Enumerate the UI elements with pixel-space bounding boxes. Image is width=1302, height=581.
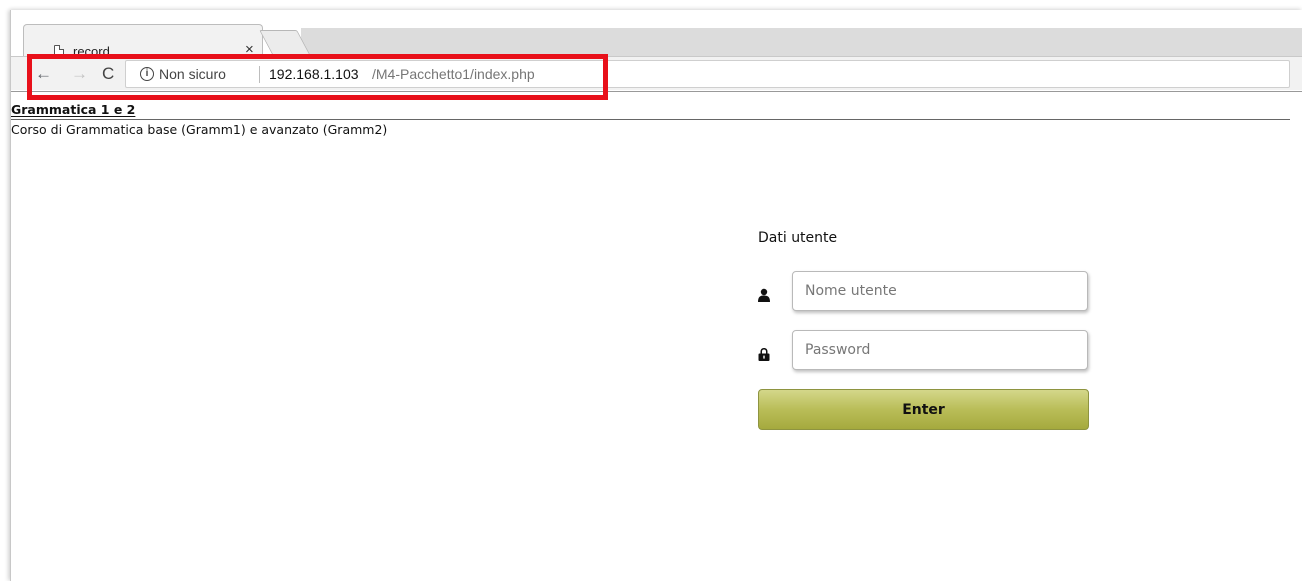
tab-strip: record ×: [11, 10, 1302, 59]
forward-arrow-icon[interactable]: →: [71, 65, 88, 82]
browser-toolbar: ← → C i Non sicuro 192.168.1.103 /M4-Pac…: [11, 56, 1302, 90]
url-host[interactable]: 192.168.1.103: [269, 66, 359, 82]
title-divider: [11, 119, 1290, 120]
address-separator: [259, 66, 260, 83]
page-subtitle: Corso di Grammatica base (Gramm1) e avan…: [11, 122, 388, 137]
back-arrow-icon[interactable]: ←: [35, 65, 52, 82]
tab-strip-background: [301, 28, 1302, 58]
info-icon[interactable]: i: [140, 67, 154, 81]
user-icon: [758, 288, 770, 302]
password-input[interactable]: [792, 330, 1088, 370]
username-input[interactable]: [792, 271, 1088, 311]
security-status[interactable]: Non sicuro: [159, 66, 226, 82]
url-path[interactable]: /M4-Pacchetto1/index.php: [372, 66, 535, 82]
lock-icon: [758, 348, 770, 361]
browser-window: record × ← → C i Non sicuro 192.168.1.10…: [10, 10, 1302, 581]
login-heading: Dati utente: [758, 230, 838, 246]
enter-button[interactable]: Enter: [758, 389, 1089, 430]
page-title: Grammatica 1 e 2: [11, 102, 136, 117]
address-bar[interactable]: i Non sicuro 192.168.1.103 /M4-Pacchetto…: [125, 60, 1290, 88]
page-content: Grammatica 1 e 2 Corso di Grammatica bas…: [11, 91, 1302, 581]
reload-icon[interactable]: C: [102, 65, 114, 82]
browser-tab[interactable]: record ×: [23, 24, 263, 59]
